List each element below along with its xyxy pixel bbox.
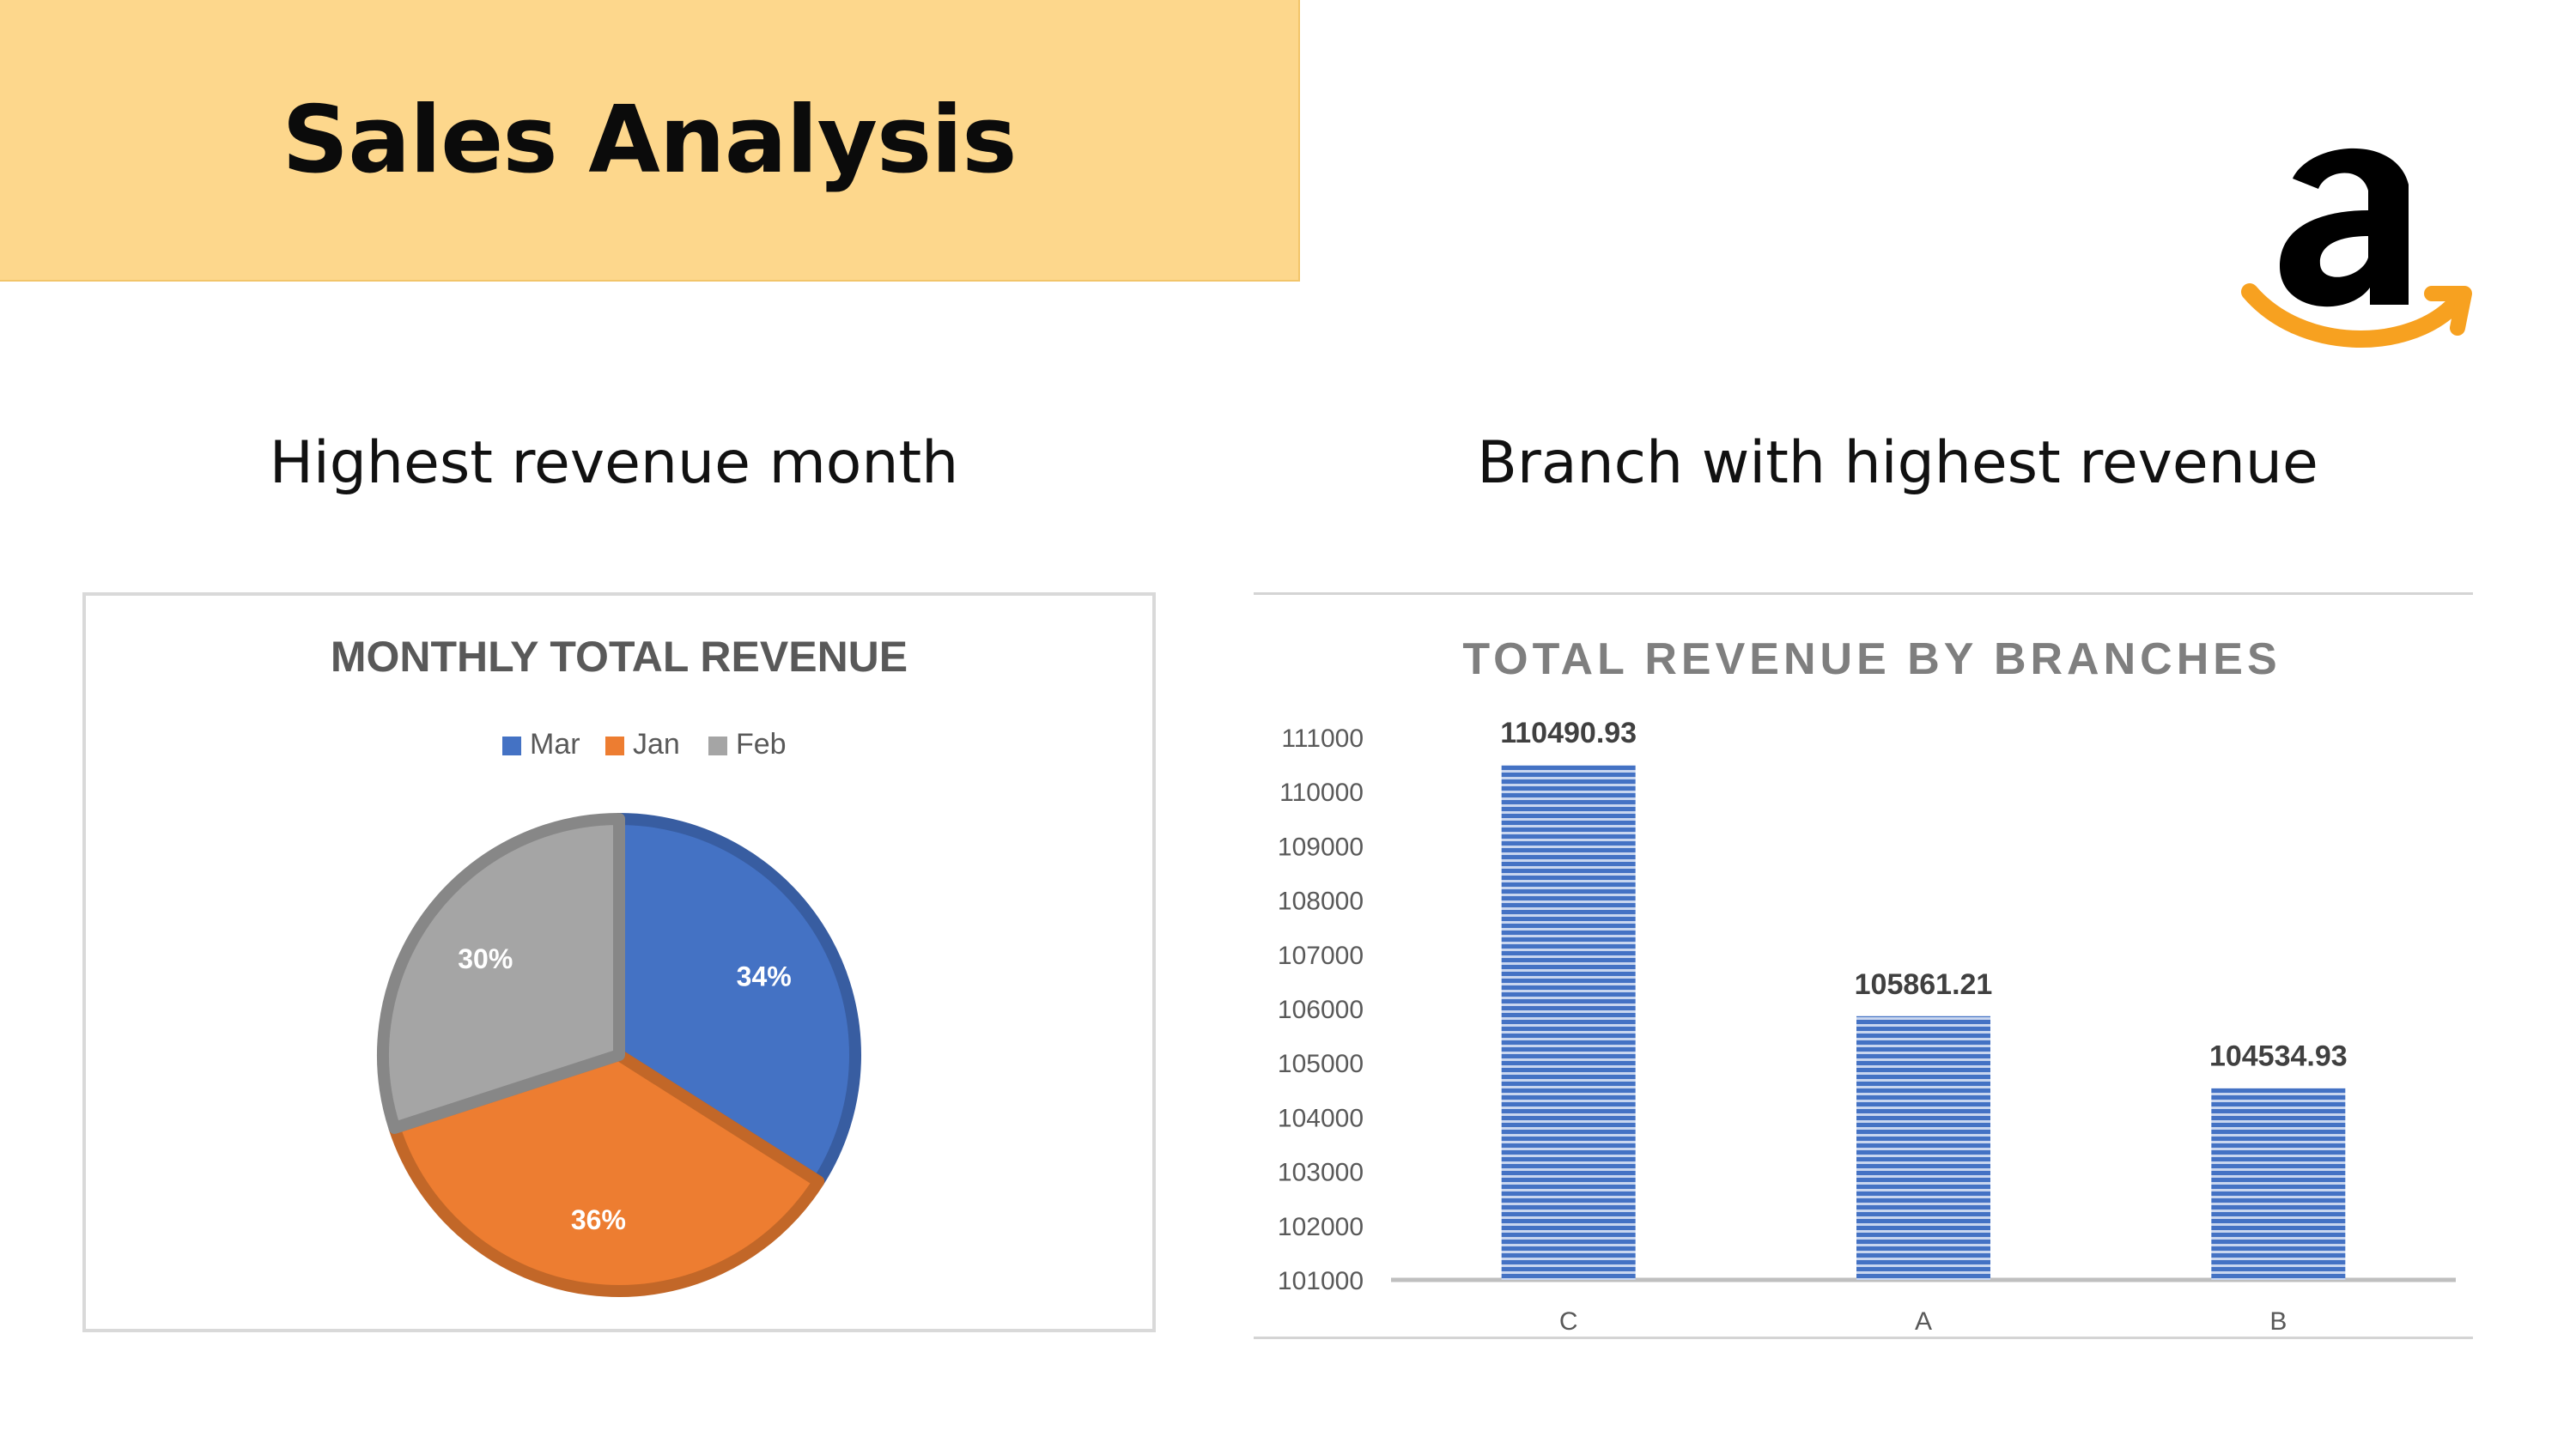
bar-b	[2211, 1088, 2346, 1280]
bar-x-axis: CAB	[1559, 1307, 2287, 1336]
section-heading-month: Highest revenue month	[269, 429, 959, 497]
legend-label-jan: Jan	[633, 728, 680, 761]
bar-series: 110490.93 105861.21 104534.93	[1500, 717, 2348, 1280]
pie-label-feb: 30%	[458, 943, 513, 974]
y-tick-label: 110000	[1279, 779, 1364, 807]
section-heading-branch: Branch with highest revenue	[1477, 429, 2318, 497]
title-banner: Sales Analysis	[0, 0, 1300, 282]
legend-label-feb: Feb	[736, 728, 787, 761]
y-tick-label: 101000	[1278, 1267, 1364, 1295]
bar-chart-panel: TOTAL REVENUE BY BRANCHES 101000 102000 10…	[1254, 592, 2473, 1339]
y-tick-label: 102000	[1278, 1213, 1364, 1241]
legend-swatch-jan	[605, 737, 624, 755]
x-tick-label-b: B	[2269, 1307, 2287, 1336]
bar-chart: TOTAL REVENUE BY BRANCHES 10100010200010…	[1278, 634, 2456, 1336]
pie-label-mar: 34%	[737, 961, 792, 991]
amazon-logo-icon	[2241, 148, 2472, 348]
bar-value-label-b: 104534.93	[2209, 1040, 2348, 1073]
y-tick-label: 106000	[1278, 996, 1364, 1024]
y-tick-label: 108000	[1278, 888, 1364, 916]
bar-value-label-a: 105861.21	[1855, 968, 1993, 1001]
y-tick-label: 103000	[1278, 1159, 1364, 1187]
pie-label-jan: 36%	[571, 1204, 626, 1235]
bar-a	[1856, 1016, 1990, 1280]
bar-chart-title: TOTAL REVENUE BY BRANCHES	[1462, 634, 2281, 684]
x-tick-label-a: A	[1915, 1307, 1932, 1336]
y-tick-label: 104000	[1278, 1104, 1364, 1132]
pie-chart-title: MONTHLY TOTAL REVENUE	[331, 633, 908, 681]
page-title: Sales Analysis	[282, 86, 1017, 194]
legend-label-mar: Mar	[530, 728, 580, 761]
y-tick-label: 109000	[1278, 833, 1364, 861]
pie-chart-panel: MONTHLY TOTAL REVENUE Mar Jan Feb 34% 36% 30…	[82, 592, 1156, 1332]
y-tick-label: 111000	[1281, 724, 1364, 753]
bar-value-label-c: 110490.93	[1500, 717, 1637, 749]
bar-y-axis: 101000 102000 103000 104000 105000 106000 1070…	[1278, 724, 1364, 1295]
bar-c	[1501, 765, 1636, 1280]
pie-legend: Mar Jan Feb	[502, 728, 787, 761]
legend-swatch-feb	[708, 737, 727, 755]
logo-letter-a	[2280, 148, 2409, 307]
y-tick-label: 105000	[1278, 1050, 1364, 1078]
y-tick-label: 107000	[1278, 942, 1364, 970]
pie-chart: MONTHLY TOTAL REVENUE Mar Jan Feb 34% 36% 30…	[331, 633, 908, 1297]
x-tick-label-c: C	[1559, 1307, 1578, 1336]
legend-swatch-mar	[502, 737, 521, 755]
